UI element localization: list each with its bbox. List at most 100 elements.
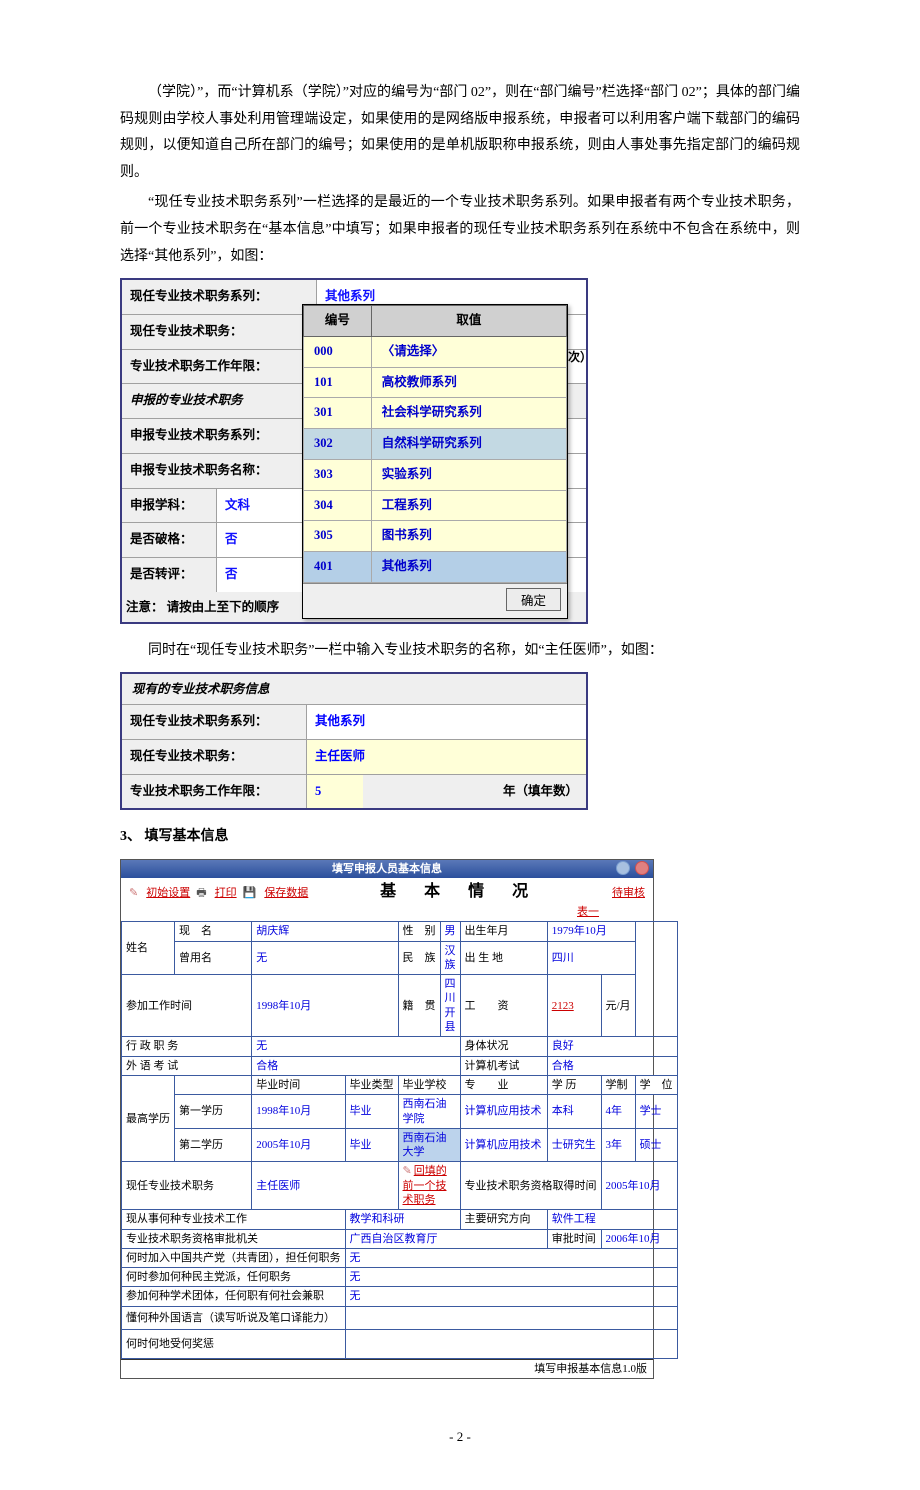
link-init[interactable]: 初始设置 — [146, 886, 190, 900]
table-label: 表一 — [121, 903, 653, 921]
lab-zhuanye: 专 业 — [460, 1075, 547, 1094]
val-xl2-lx[interactable]: 毕业 — [345, 1128, 398, 1162]
lab-xianren: 现任专业技术职务 — [122, 1162, 252, 1210]
dropdown-row[interactable]: 304 工程系列 — [304, 490, 567, 521]
series-dropdown-table: 编号 取值 000 〈请选择〉 101 高校教师系列 301 社会科学研究系列 … — [303, 305, 567, 583]
section-3-heading: 3、 填写基本信息 — [120, 824, 800, 851]
val-xl1-xw[interactable]: 学士 — [635, 1095, 677, 1129]
link-save[interactable]: 保存数据 — [264, 886, 308, 900]
val-jiangcheng[interactable] — [345, 1329, 677, 1358]
lab-chushengny: 出生年月 — [460, 922, 547, 941]
paragraph-3: 同时在“现任专业技术职务”一栏中输入专业技术职务的名称，如“主任医师”，如图： — [120, 638, 800, 665]
val-xl2-xw[interactable]: 硕士 — [635, 1128, 677, 1162]
dropdown-row[interactable]: 305 图书系列 — [304, 521, 567, 552]
dropdown-row-selected[interactable]: 401 其他系列 — [304, 552, 567, 583]
paragraph-2: “现任专业技术职务系列”一栏选择的是最近的一个专业技术职务系列。如果申报者有两个… — [120, 190, 800, 270]
val-chushengdi[interactable]: 四川 — [547, 941, 635, 975]
val-xl2-xueli[interactable]: 士研究生 — [547, 1128, 601, 1162]
val-xl1-xz[interactable]: 4年 — [601, 1095, 635, 1129]
val-ccp[interactable]: 无 — [345, 1248, 677, 1267]
label-years2: 专业技术职务工作年限： — [122, 775, 306, 809]
lab-shenti: 身体状况 — [460, 1037, 547, 1056]
val-xiancong[interactable]: 教学和科研 — [345, 1210, 460, 1229]
lab-xianming: 现 名 — [175, 922, 252, 941]
current-position-screenshot: 现有的专业技术职务信息 现任专业技术职务系列： 其他系列 现任专业技术职务： 主… — [120, 672, 800, 810]
val-zige-time[interactable]: 2005年10月 — [601, 1162, 677, 1210]
val-xl1-lx[interactable]: 毕业 — [345, 1095, 398, 1129]
val-xianming[interactable]: 胡庆辉 — [252, 922, 398, 941]
lab-diyi: 第一学历 — [175, 1095, 252, 1129]
lab-jisuanji: 计算机考试 — [460, 1056, 547, 1075]
page-number: - 2 - — [120, 1425, 800, 1450]
value-position2[interactable]: 主任医师 — [306, 740, 586, 774]
val-xl2-xx[interactable]: 西南石油大学 — [398, 1128, 460, 1162]
dropdown-ok-button[interactable]: 确定 — [506, 588, 561, 611]
val-xingbie[interactable]: 男 — [440, 922, 460, 941]
cell-text: 图书系列 — [371, 521, 566, 552]
val-xl1-xueli[interactable]: 本科 — [547, 1095, 601, 1129]
note-text: 请按由上至下的顺序 — [167, 600, 280, 614]
value-years2[interactable]: 5 — [306, 775, 363, 809]
help-icon[interactable] — [616, 861, 630, 875]
link-huitian[interactable]: 回填的前一个技术职务 — [398, 1162, 460, 1210]
val-xl2-xz[interactable]: 3年 — [601, 1128, 635, 1162]
val-chushengny[interactable]: 1979年10月 — [547, 922, 635, 941]
close-icon[interactable] — [635, 861, 649, 875]
val-gongzi[interactable]: 2123 — [547, 975, 601, 1037]
titlebar: 填写申报人员基本信息 — [121, 860, 653, 878]
label-apply-series: 申报专业技术职务系列： — [122, 419, 316, 453]
link-print[interactable]: 打印 — [215, 886, 237, 900]
val-minzu[interactable]: 汉族 — [440, 941, 460, 975]
lab-waiyu: 外 语 考 试 — [122, 1056, 252, 1075]
val-jiguan[interactable]: 四川开县 — [440, 975, 460, 1037]
cell-text: 高校教师系列 — [371, 367, 566, 398]
printer-icon — [196, 886, 208, 900]
val-canjia[interactable]: 1998年10月 — [252, 975, 398, 1037]
val-waiyu-nl[interactable] — [345, 1306, 677, 1329]
lab-minzu: 民 族 — [398, 941, 440, 975]
col-code: 编号 — [304, 306, 372, 337]
val-cengyong[interactable]: 无 — [252, 941, 398, 975]
value-series2[interactable]: 其他系列 — [306, 705, 586, 739]
dropdown-row[interactable]: 303 实验系列 — [304, 459, 567, 490]
lab-xiancong: 现从事何种专业技术工作 — [122, 1210, 346, 1229]
val-waiyu[interactable]: 合格 — [252, 1056, 460, 1075]
label-position2: 现任专业技术职务： — [122, 740, 306, 774]
lab-xingzheng: 行 政 职 务 — [122, 1037, 252, 1056]
lab-biyexx: 毕业学校 — [398, 1075, 460, 1094]
cell-text: 其他系列 — [371, 552, 566, 583]
link-audit[interactable]: 待审核 — [612, 886, 645, 900]
val-xl1-zy[interactable]: 计算机应用技术 — [460, 1095, 547, 1129]
val-shenpi-jg[interactable]: 广西自治区教育厅 — [345, 1229, 547, 1248]
lab-shenpi-time: 审批时间 — [547, 1229, 601, 1248]
val-xingzheng[interactable]: 无 — [252, 1037, 460, 1056]
lab-waiyu-nl: 懂何种外国语言（读写听说及笔口译能力） — [122, 1306, 346, 1329]
lab-shenpi-jg: 专业技术职务资格审批机关 — [122, 1229, 346, 1248]
lab-zuigao-xl: 最高学历 — [122, 1075, 175, 1161]
dropdown-row[interactable]: 101 高校教师系列 — [304, 367, 567, 398]
lab-zige-time: 专业技术职务资格取得时间 — [460, 1162, 601, 1210]
dropdown-row[interactable]: 302 自然科学研究系列 — [304, 429, 567, 460]
val-xianren[interactable]: 主任医师 — [252, 1162, 398, 1210]
label-series2: 现任专业技术职务系列： — [122, 705, 306, 739]
val-xl1-xx[interactable]: 西南石油学院 — [398, 1095, 460, 1129]
val-mz[interactable]: 无 — [345, 1268, 677, 1287]
val-xl2-sj[interactable]: 2005年10月 — [252, 1128, 345, 1162]
val-xueshu[interactable]: 无 — [345, 1287, 677, 1306]
dropdown-row[interactable]: 301 社会科学研究系列 — [304, 398, 567, 429]
cell-code: 305 — [304, 521, 372, 552]
cell-code: 304 — [304, 490, 372, 521]
val-jisuanji[interactable]: 合格 — [547, 1056, 677, 1075]
val-shenti[interactable]: 良好 — [547, 1037, 677, 1056]
note-prefix: 注意： — [126, 600, 164, 614]
box2-title: 现有的专业技术职务信息 — [122, 674, 586, 704]
dropdown-row[interactable]: 000 〈请选择〉 — [304, 336, 567, 367]
lab-dier: 第二学历 — [175, 1128, 252, 1162]
val-xl1-sj[interactable]: 1998年10月 — [252, 1095, 345, 1129]
cell-code: 000 — [304, 336, 372, 367]
lab-cengyong: 曾用名 — [175, 941, 252, 975]
basic-info-form-screenshot: 填写申报人员基本信息 初始设置 打印 保存数据 基 本 情 况 待审核 表一 姓… — [120, 859, 800, 1379]
val-zhuyao[interactable]: 软件工程 — [547, 1210, 677, 1229]
val-shenpi-time[interactable]: 2006年10月 — [601, 1229, 677, 1248]
val-xl2-zy[interactable]: 计算机应用技术 — [460, 1128, 547, 1162]
